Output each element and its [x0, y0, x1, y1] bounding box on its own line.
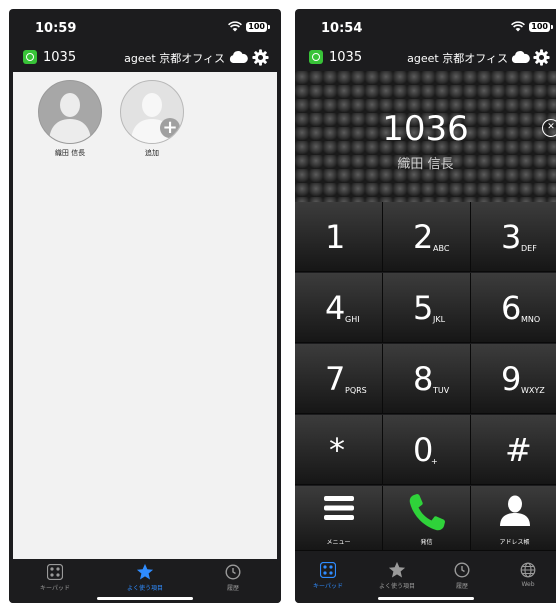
wifi-icon: [228, 21, 243, 32]
key-8[interactable]: 8 TUV: [383, 344, 471, 414]
dialed-number: 1036: [382, 109, 469, 149]
office-name: ageet 京都オフィス: [124, 52, 225, 65]
battery-icon: 100: [529, 21, 553, 32]
star-icon: [136, 563, 154, 580]
key-7[interactable]: 7 PQRS: [295, 344, 383, 414]
plus-icon: +: [160, 118, 180, 138]
office-name: ageet 京都オフィス: [407, 52, 508, 65]
extension-number: 1035: [329, 50, 363, 65]
app-header: 1035 ageet 京都オフィス: [295, 45, 556, 71]
registration-status-icon: [309, 50, 323, 64]
tab-keypad[interactable]: キーパッド: [301, 561, 355, 590]
call-button[interactable]: 発信: [383, 486, 471, 551]
key-5[interactable]: 5 JKL: [383, 273, 471, 343]
tab-bar: キーパッド よく使う項目 履歴 Web: [295, 557, 556, 603]
contact-name: 織田 信長: [397, 157, 454, 172]
add-label: 追加: [145, 149, 159, 157]
home-indicator[interactable]: [377, 597, 474, 600]
dial-display: 1036 織田 信長 ✕: [295, 71, 556, 202]
registration-status-icon: [23, 50, 37, 64]
cloud-icon: [229, 51, 248, 63]
star-icon: [388, 561, 406, 578]
status-time: 10:59: [35, 21, 77, 36]
key-2[interactable]: 2 ABC: [383, 202, 471, 272]
globe-icon: [520, 562, 536, 578]
tab-favorites[interactable]: よく使う項目: [115, 563, 175, 592]
favorite-contact[interactable]: 織田 信長: [37, 80, 103, 158]
extension-number: 1035: [43, 50, 77, 65]
keypad-icon: [47, 564, 63, 580]
avatar-placeholder: +: [120, 80, 184, 144]
battery-icon: 100: [246, 21, 270, 32]
key-6[interactable]: 6 MNO: [471, 273, 556, 343]
gear-icon[interactable]: [533, 49, 550, 66]
add-favorite-button[interactable]: + 追加: [119, 80, 185, 158]
backspace-icon[interactable]: ✕: [542, 119, 556, 137]
cloud-icon: [511, 51, 530, 63]
status-time: 10:54: [321, 21, 363, 36]
menu-button[interactable]: メニュー: [295, 486, 383, 551]
key-4[interactable]: 4 GHI: [295, 273, 383, 343]
key-star[interactable]: *: [295, 415, 383, 485]
keypad-icon: [320, 562, 336, 578]
key-3[interactable]: 3 DEF: [471, 202, 556, 272]
favorites-list: 織田 信長 + 追加: [13, 72, 277, 559]
key-hash[interactable]: #: [471, 415, 556, 485]
clock-icon: [454, 562, 470, 578]
address-book-button[interactable]: アドレス帳: [471, 486, 556, 551]
tab-history[interactable]: 履歴: [439, 561, 485, 590]
favorites-screen: 10:59 100 1035 ageet 京都オフィス 織田 信長 + 追加 キ…: [9, 9, 281, 603]
key-1[interactable]: 1: [295, 202, 383, 272]
tab-keypad[interactable]: キーパッド: [25, 563, 85, 592]
tab-favorites[interactable]: よく使う項目: [367, 561, 427, 590]
person-icon: [49, 93, 91, 143]
wifi-icon: [511, 21, 526, 32]
gear-icon[interactable]: [252, 49, 269, 66]
app-header: 1035 ageet 京都オフィス: [9, 45, 281, 71]
tab-history[interactable]: 履歴: [203, 563, 263, 592]
avatar: [38, 80, 102, 144]
clock-icon: [225, 564, 241, 580]
menu-icon: [323, 496, 354, 520]
contact-icon: [499, 495, 530, 526]
keypad-screen: 10:54 100 1035 ageet 京都オフィス 1036 織田 信長 ✕…: [295, 9, 556, 603]
home-indicator[interactable]: [97, 597, 193, 600]
favorite-name: 織田 信長: [54, 149, 86, 157]
tab-bar: キーパッド よく使う項目 履歴: [9, 559, 281, 603]
status-bar: 10:54 100: [295, 9, 556, 45]
key-9[interactable]: 9 WXYZ: [471, 344, 556, 414]
status-bar: 10:59 100: [9, 9, 281, 45]
tab-web[interactable]: Web: [505, 561, 551, 588]
phone-icon: [409, 494, 445, 531]
key-0[interactable]: 0 +: [383, 415, 471, 485]
